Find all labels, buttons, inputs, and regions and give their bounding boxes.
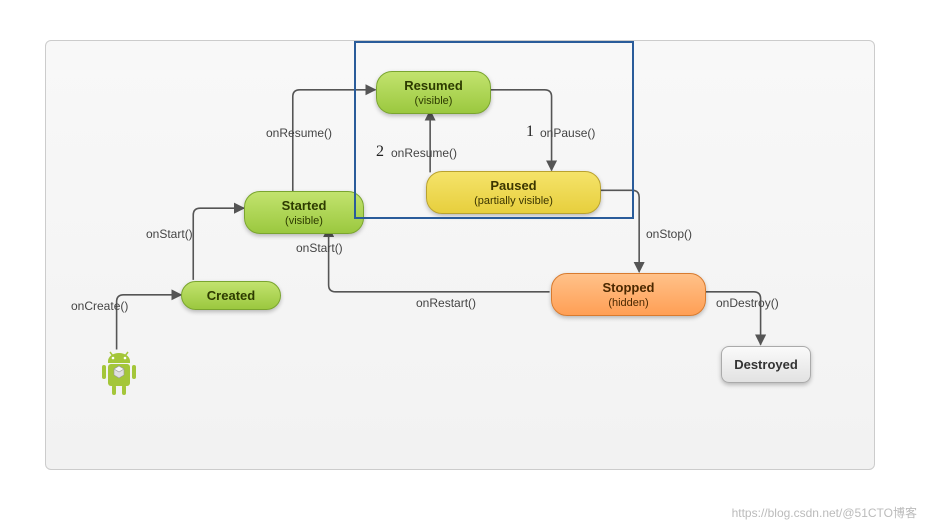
diagram-canvas: Created Started (visible) Resumed (visib… (45, 40, 875, 470)
edge-onresume-label: onResume() (266, 126, 332, 140)
state-destroyed: Destroyed (721, 346, 811, 383)
state-resumed: Resumed (visible) (376, 71, 491, 114)
state-paused-sub: (partially visible) (445, 195, 582, 207)
state-created-title: Created (200, 288, 262, 303)
edge-ondestroy-label: onDestroy() (716, 296, 779, 310)
state-stopped: Stopped (hidden) (551, 273, 706, 316)
annotation-1: 1 (526, 123, 534, 141)
edge-onstart2-label: onStart() (296, 241, 343, 255)
state-resumed-title: Resumed (395, 78, 472, 93)
state-created: Created (181, 281, 281, 310)
state-started: Started (visible) (244, 191, 364, 234)
watermark-url: https://blog.csdn.net/ (732, 506, 843, 520)
edge-onstop-label: onStop() (646, 227, 692, 241)
edge-onstart-label: onStart() (146, 227, 193, 241)
state-resumed-sub: (visible) (395, 95, 472, 107)
edge-onresume2-label: onResume() (391, 146, 457, 160)
state-started-title: Started (263, 198, 345, 213)
edge-oncreate-label: onCreate() (71, 299, 128, 313)
watermark-handle: @51CTO博客 (842, 506, 917, 520)
edge-onpause-label: onPause() (540, 126, 595, 140)
watermark: https://blog.csdn.net/@51CTO博客 (732, 504, 917, 521)
state-paused: Paused (partially visible) (426, 171, 601, 214)
state-paused-title: Paused (445, 178, 582, 193)
state-started-sub: (visible) (263, 215, 345, 227)
edge-onrestart-label: onRestart() (416, 296, 476, 310)
annotation-2: 2 (376, 143, 384, 161)
state-stopped-title: Stopped (570, 280, 687, 295)
state-destroyed-title: Destroyed (732, 357, 800, 372)
android-icon (96, 351, 142, 405)
state-stopped-sub: (hidden) (570, 297, 687, 309)
